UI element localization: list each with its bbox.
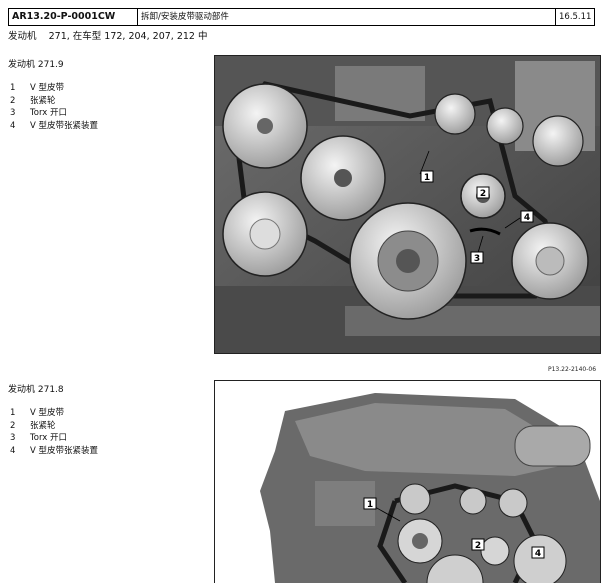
- list-item: 1V 型皮带: [10, 408, 65, 418]
- list-item: 4V 型皮带张紧装置: [10, 445, 99, 456]
- figure-code: P13.22-2140-06: [548, 366, 597, 373]
- list-item: 2 张紧轮: [10, 95, 56, 106]
- section-1-engine-title: 发动机 271.9: [8, 60, 64, 70]
- list-item: 3 Torx 开口: [10, 108, 67, 118]
- list-item: 2 张紧轮: [10, 420, 56, 431]
- list-item: 3 Torx 开口: [10, 433, 67, 443]
- document-id: AR13.20-P-0001CW: [9, 9, 138, 25]
- idler-pulley-top: [434, 93, 476, 135]
- applicability-label: 发动机: [8, 31, 37, 42]
- list-item: 1V 型皮带: [10, 83, 65, 93]
- callout-2: 2: [475, 541, 481, 551]
- engine-271-9-belt-drive-figure: 1 2 3 4: [214, 55, 601, 354]
- section-2-parts-list: 1V 型皮带 2 张紧轮 3 Torx 开口 4V 型皮带张紧装置: [10, 407, 98, 457]
- section-1-parts-list: 1V 型皮带 2 张紧轮 3 Torx 开口 4V 型皮带张紧装置: [10, 82, 98, 132]
- callout-2: 2: [480, 189, 486, 199]
- tensioner-pulley: [480, 536, 510, 566]
- callout-4: 4: [524, 213, 530, 223]
- list-item: 4V 型皮带张紧装置: [10, 120, 99, 131]
- document-header: AR13.20-P-0001CW 拆卸/安装皮带驱动部件 16.5.11: [8, 8, 595, 26]
- callout-1: 1: [367, 500, 373, 510]
- section-2-engine-title: 发动机 271.8: [8, 385, 64, 395]
- callout-4: 4: [535, 549, 541, 559]
- callout-1: 1: [424, 173, 430, 183]
- callout-3: 3: [474, 254, 480, 264]
- document-date: 16.5.11: [559, 12, 592, 22]
- engine-271-8-belt-drive-figure: 1 2 4: [214, 380, 601, 583]
- applicability-line: 发动机 271, 在车型 172, 204, 207, 212 中: [8, 28, 207, 42]
- document-title: 拆卸/安装皮带驱动部件: [138, 9, 556, 25]
- applicability-text: 271, 在车型 172, 204, 207, 212 中: [48, 31, 208, 42]
